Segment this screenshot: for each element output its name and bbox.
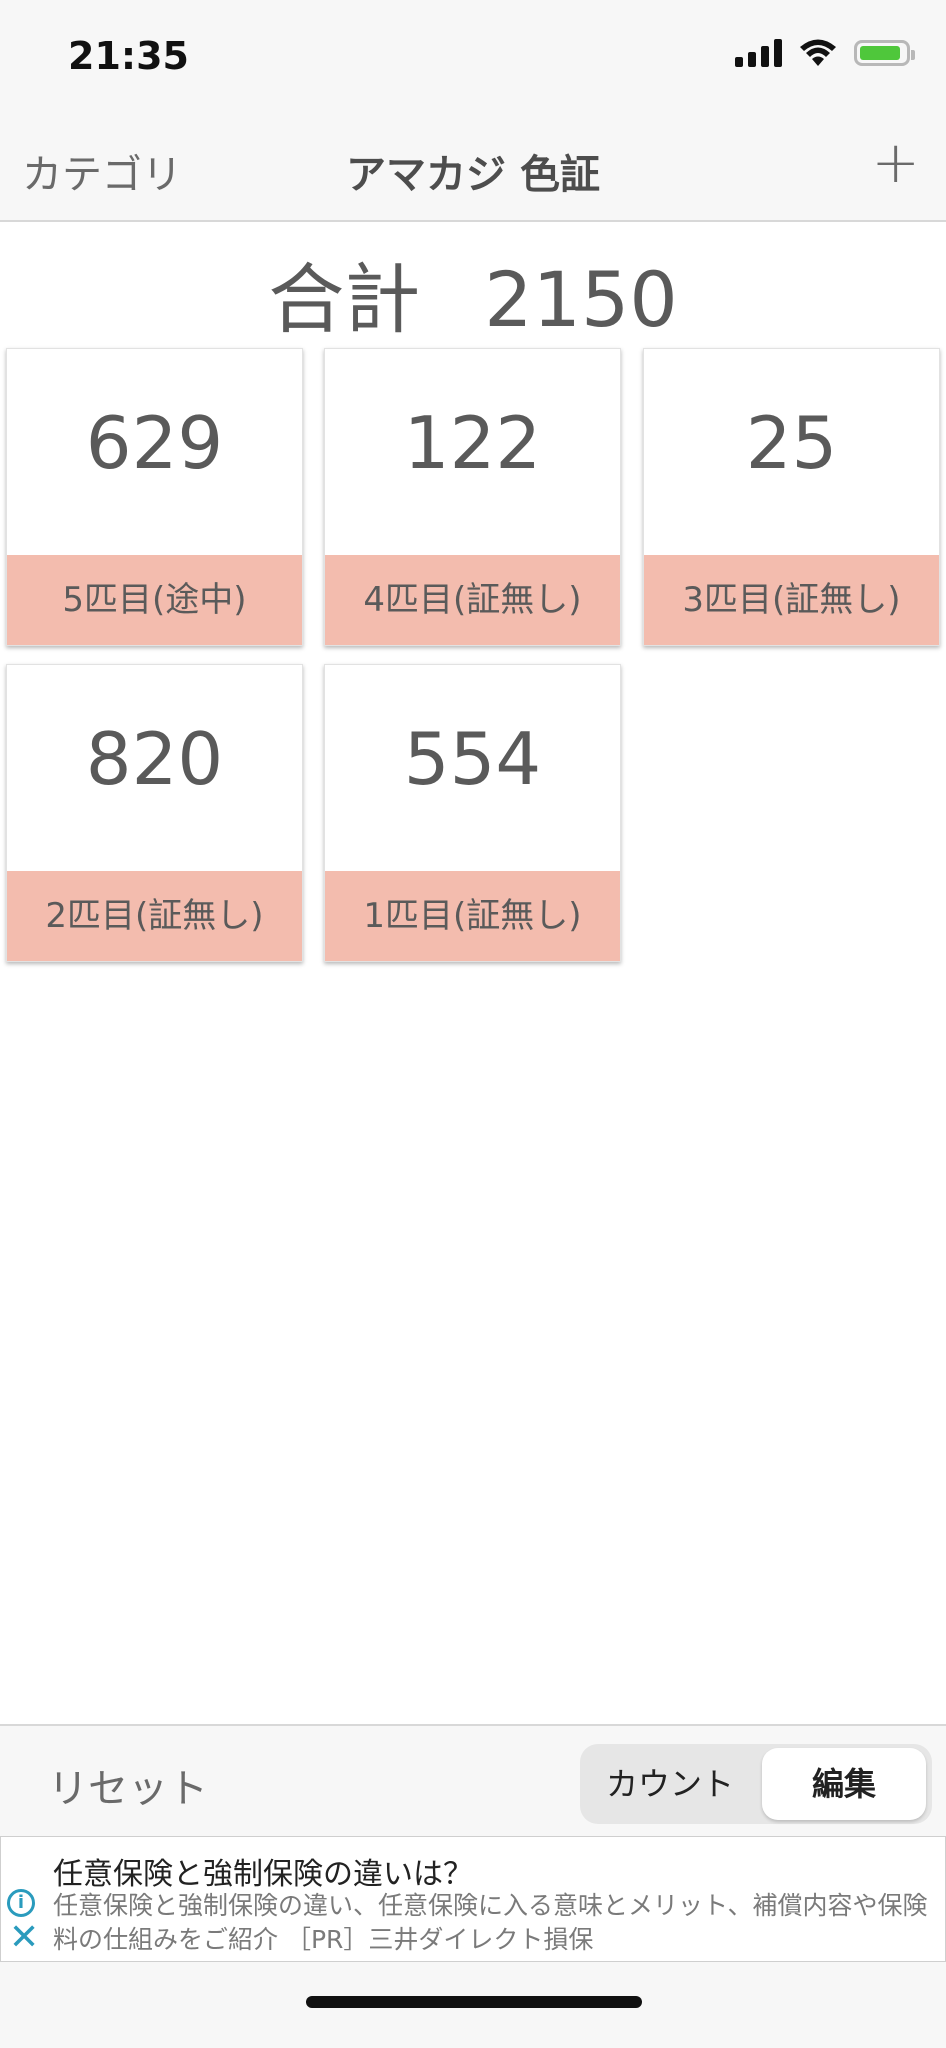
counter-card[interactable]: 820 2匹目(証無し) [6, 664, 303, 962]
cellular-signal-icon [735, 39, 782, 67]
counter-label: 2匹目(証無し) [7, 871, 302, 961]
counter-label: 3匹目(証無し) [644, 555, 939, 645]
wifi-icon [800, 39, 836, 66]
info-icon[interactable]: i [7, 1889, 35, 1917]
counter-label: 4匹目(証無し) [325, 555, 620, 645]
mode-segmented-control[interactable]: カウント 編集 [580, 1744, 932, 1824]
counter-card[interactable]: 122 4匹目(証無し) [324, 348, 621, 646]
close-icon[interactable]: ✕ [9, 1917, 39, 1958]
counter-card[interactable]: 554 1匹目(証無し) [324, 664, 621, 962]
counter-value: 820 [85, 717, 224, 801]
ad-body[interactable]: 任意保険と強制保険の違い、任意保険に入る意味とメリット、補償内容や保険料の仕組み… [53, 1889, 941, 1957]
home-indicator[interactable] [306, 1996, 642, 2008]
battery-icon [854, 40, 915, 66]
total-label: 合計 [268, 255, 421, 344]
ad-banner[interactable]: 任意保険と強制保険の違いは？ 任意保険と強制保険の違い、任意保険に入る意味とメリ… [0, 1836, 946, 1962]
add-button[interactable]: + [871, 128, 920, 196]
status-bar: 21:35 [0, 0, 946, 118]
reset-button[interactable]: リセット [48, 1756, 208, 1814]
counter-value: 122 [403, 401, 542, 485]
counter-card[interactable]: 629 5匹目(途中) [6, 348, 303, 646]
counter-card[interactable]: 25 3匹目(証無し) [643, 348, 940, 646]
navigation-bar: カテゴリ アマカジ 色証 + [0, 118, 946, 222]
counter-label: 5匹目(途中) [7, 555, 302, 645]
ad-headline[interactable]: 任意保険と強制保険の違いは？ [53, 1849, 473, 1893]
counter-label: 1匹目(証無し) [325, 871, 620, 961]
status-icons [735, 38, 915, 68]
counter-value: 554 [403, 717, 542, 801]
counter-value: 25 [745, 401, 838, 485]
total-display: 合計 2150 [0, 238, 946, 348]
counter-value: 629 [85, 401, 224, 485]
segment-edit[interactable]: 編集 [762, 1748, 926, 1820]
segment-count[interactable]: カウント [584, 1748, 756, 1820]
page-title: アマカジ 色証 [346, 152, 600, 198]
total-value: 2150 [484, 255, 678, 344]
status-time: 21:35 [68, 34, 189, 78]
bottom-toolbar: リセット カウント 編集 [0, 1724, 946, 1836]
